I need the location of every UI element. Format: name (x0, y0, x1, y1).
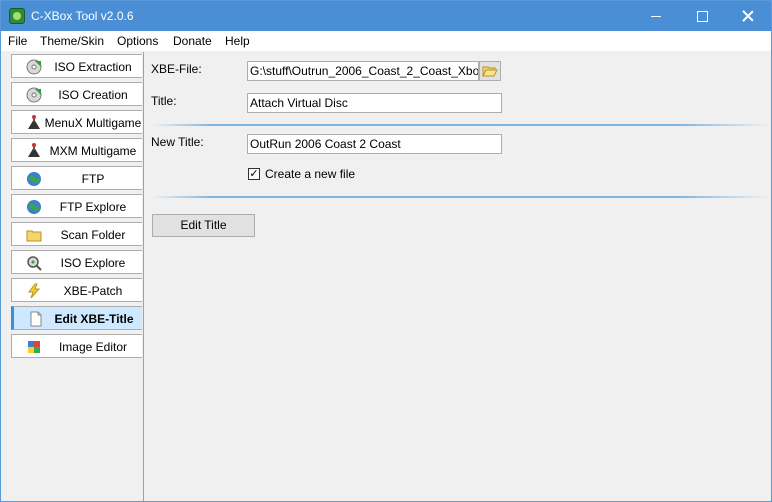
maximize-button[interactable] (679, 1, 725, 31)
sidebar-item-edit-xbe-title[interactable]: Edit XBE-Title (11, 306, 142, 330)
globe-icon (27, 200, 41, 214)
menu-file[interactable]: File (8, 34, 27, 48)
minimize-icon (651, 15, 661, 17)
separator (151, 196, 771, 198)
sidebar-item-scan-folder[interactable]: Scan Folder (11, 222, 142, 246)
magnifier-disc-icon (27, 256, 42, 271)
new-title-label: New Title: (151, 135, 204, 149)
sidebar-item-image-editor[interactable]: Image Editor (11, 334, 142, 358)
sidebar-item-label: FTP (81, 172, 105, 186)
lightning-icon (28, 283, 41, 299)
app-logo-icon (9, 8, 25, 24)
close-icon (742, 10, 754, 22)
menu-options[interactable]: Options (117, 34, 158, 48)
disc-arrow-icon (26, 59, 42, 75)
app-window: C-XBox Tool v2.0.6 File Theme/Skin Optio… (0, 0, 772, 502)
xbe-file-input[interactable]: G:\stuff\Outrun_2006_Coast_2_Coast_Xbox_… (247, 61, 479, 81)
open-folder-icon (482, 66, 498, 77)
document-icon (30, 311, 42, 327)
sidebar-item-menux-multigame[interactable]: MenuX Multigame (11, 110, 142, 134)
sidebar-item-label: Scan Folder (60, 228, 126, 242)
title-label: Title: (151, 94, 177, 108)
browse-button[interactable] (479, 61, 501, 81)
sidebar-item-label: ISO Extraction (54, 60, 132, 74)
minimize-button[interactable] (633, 1, 679, 31)
folder-icon (26, 230, 42, 242)
sidebar-item-iso-creation[interactable]: ISO Creation (11, 82, 142, 106)
sidebar-item-label: MenuX Multigame (44, 116, 142, 130)
create-new-file-label[interactable]: Create a new file (265, 167, 355, 181)
window-title: C-XBox Tool v2.0.6 (31, 9, 134, 23)
close-button[interactable] (725, 1, 771, 31)
sidebar-item-iso-extraction[interactable]: ISO Extraction (11, 54, 142, 78)
sidebar: ISO Extraction ISO Creation MenuX Multig… (1, 52, 144, 501)
sidebar-item-label: Image Editor (58, 340, 128, 354)
sidebar-item-ftp[interactable]: FTP (11, 166, 142, 190)
sidebar-item-iso-explore[interactable]: ISO Explore (11, 250, 142, 274)
menu-theme-skin[interactable]: Theme/Skin (40, 34, 104, 48)
sidebar-item-xbe-patch[interactable]: XBE-Patch (11, 278, 142, 302)
sidebar-item-mxm-multigame[interactable]: MXM Multigame (11, 138, 142, 162)
menu-help[interactable]: Help (225, 34, 250, 48)
joystick-icon (28, 143, 40, 157)
create-new-file-checkbox[interactable]: ✓ (248, 168, 260, 180)
sidebar-item-label: ISO Explore (60, 256, 126, 270)
title-input[interactable]: Attach Virtual Disc (247, 93, 502, 113)
sidebar-item-label: ISO Creation (58, 88, 128, 102)
xbe-file-label: XBE-File: (151, 62, 202, 76)
sidebar-item-label: FTP Explore (59, 200, 127, 214)
edit-title-button[interactable]: Edit Title (152, 214, 255, 237)
menu-bar: File Theme/Skin Options Donate Help (1, 31, 771, 51)
globe-icon (27, 172, 41, 186)
maximize-icon (696, 10, 708, 22)
disc-arrow-icon (26, 87, 42, 103)
new-title-input[interactable]: OutRun 2006 Coast 2 Coast (247, 134, 502, 154)
joystick-icon (28, 115, 40, 129)
sidebar-item-ftp-explore[interactable]: FTP Explore (11, 194, 142, 218)
sidebar-item-label: MXM Multigame (49, 144, 137, 158)
menu-donate[interactable]: Donate (173, 34, 212, 48)
sidebar-item-label: XBE-Patch (63, 284, 123, 298)
sidebar-item-label: Edit XBE-Title (54, 312, 134, 326)
image-grid-icon (28, 341, 40, 353)
separator (151, 124, 771, 126)
title-bar[interactable]: C-XBox Tool v2.0.6 (1, 1, 771, 31)
